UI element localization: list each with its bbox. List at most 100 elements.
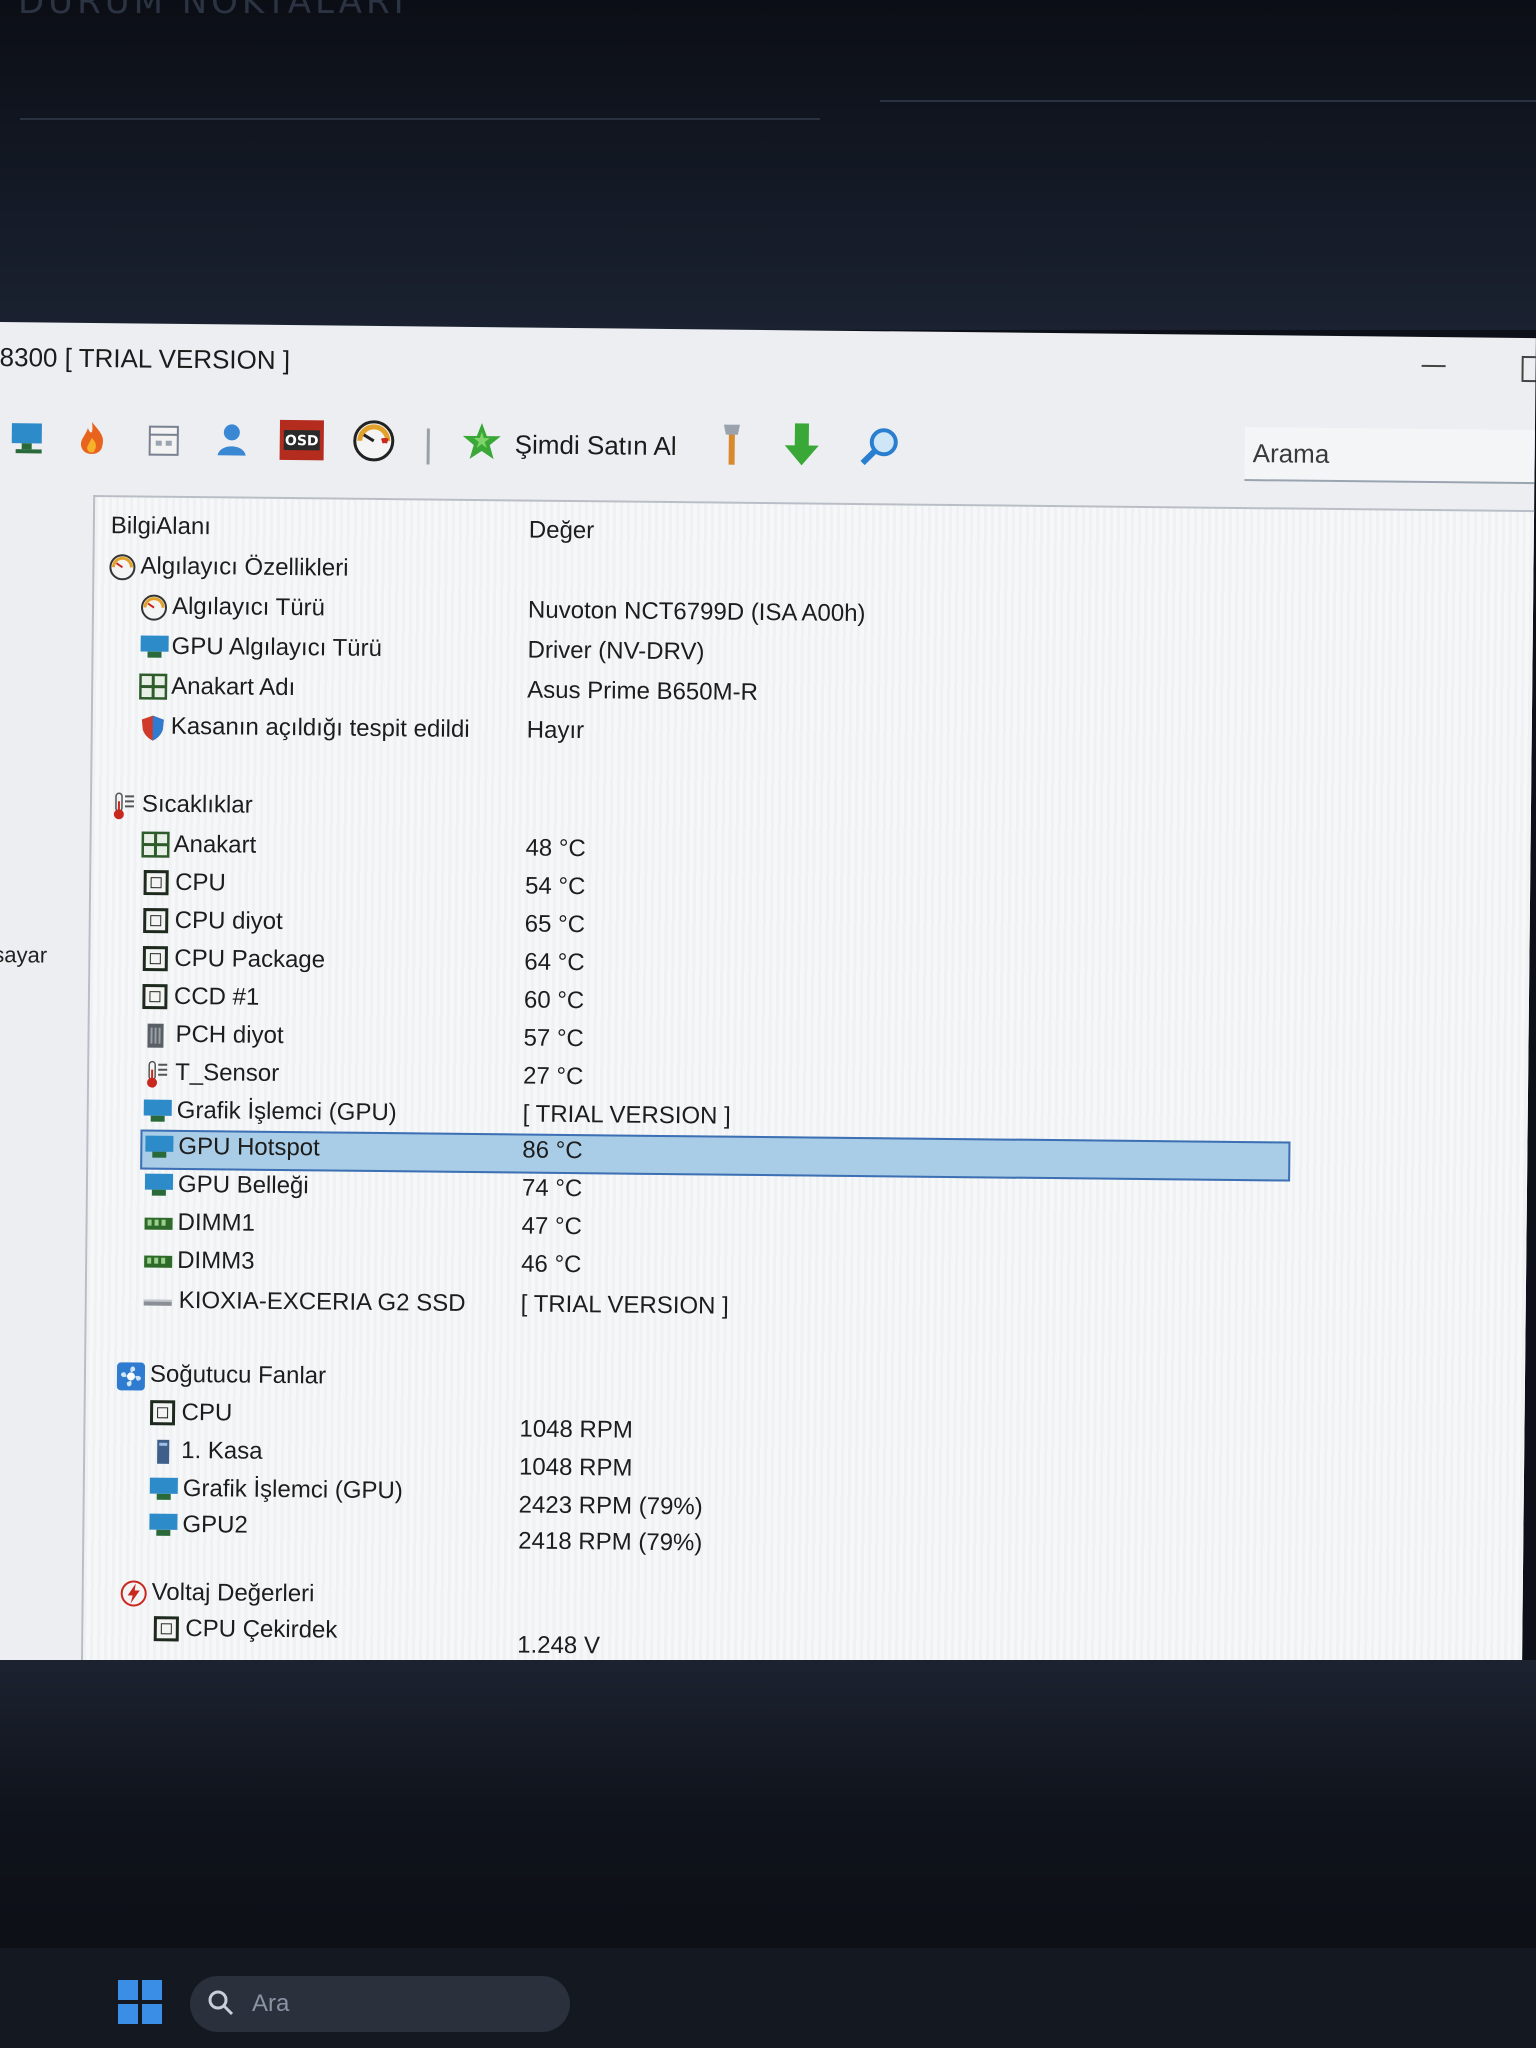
cpu-chip-icon	[142, 984, 170, 1010]
row-label: CPU Çekirdek	[185, 1615, 338, 1644]
ram-module-icon	[143, 1248, 173, 1274]
case-tower-icon	[151, 1438, 179, 1464]
row-value: 48 °C	[525, 834, 586, 863]
background-ghost-heading: DURUM NOKTALARI	[18, 0, 408, 22]
maximize-button[interactable]	[1521, 355, 1536, 383]
row-label: CPU	[181, 1398, 233, 1427]
section-title: Sıcaklıklar	[141, 790, 253, 819]
row-label: PCH diyot	[175, 1020, 284, 1050]
gpu-monitor-icon	[139, 633, 169, 659]
sensor-gauge-icon	[140, 593, 168, 621]
row-value: 60 °C	[523, 986, 585, 1015]
search-input[interactable]	[1244, 427, 1536, 483]
svg-text:OSD: OSD	[285, 433, 319, 449]
row-value: Nuvoton NCT6799D (ISA A00h)	[527, 596, 866, 628]
pch-chip-icon	[143, 1022, 171, 1048]
section-title: Soğutucu Fanlar	[149, 1360, 327, 1390]
row-label: Grafik İşlemci (GPU)	[176, 1096, 397, 1127]
row-value: Driver (NV-DRV)	[527, 636, 705, 666]
row-label: CPU	[175, 868, 226, 897]
toolbar: OSD Şimdi Satın Al	[0, 412, 1536, 498]
row-label: DIMM1	[177, 1208, 256, 1237]
row-value: 1.248 V	[517, 1631, 601, 1660]
motherboard-icon	[138, 672, 168, 701]
ssd-drive-icon	[143, 1288, 172, 1314]
taskbar-search[interactable]: Ara	[190, 1976, 570, 2032]
buy-now-button[interactable]: Şimdi Satın Al	[515, 429, 677, 462]
left-navigation-pane: sayar t	[0, 497, 93, 1683]
row-label: 1. Kasa	[181, 1436, 263, 1465]
column-header-value[interactable]: Değer	[529, 517, 595, 546]
row-label: GPU Algılayıcı Türü	[171, 632, 383, 663]
cpu-chip-icon	[143, 908, 171, 934]
row-value: [ TRIAL VERSION ]	[520, 1290, 729, 1320]
row-label: Kasanın açıldığı tespit edildi	[170, 712, 470, 743]
gpu-monitor-icon	[148, 1512, 178, 1538]
osd-icon[interactable]: OSD	[277, 415, 328, 466]
row-value: 74 °C	[521, 1174, 583, 1203]
cpu-chip-icon	[153, 1616, 181, 1642]
security-shield-icon	[139, 713, 167, 741]
cpu-chip-icon	[149, 1400, 177, 1426]
row-label: GPU2	[182, 1510, 248, 1539]
report-calendar-icon[interactable]	[139, 413, 190, 464]
background-divider	[880, 100, 1536, 102]
row-value: 46 °C	[521, 1250, 582, 1279]
row-value: 86 °C	[522, 1136, 583, 1165]
row-label: GPU Belleği	[177, 1170, 309, 1200]
gpu-monitor-icon	[144, 1172, 174, 1198]
background-divider	[20, 118, 820, 120]
row-value: [ TRIAL VERSION ]	[522, 1100, 731, 1130]
windows-logo-tile	[142, 1980, 162, 2000]
column-header-field[interactable]: BilgiAlanı	[111, 512, 211, 541]
search-box[interactable]	[1244, 427, 1536, 485]
windows-logo-tile	[142, 2004, 162, 2024]
user-icon[interactable]	[207, 414, 258, 465]
row-value: Hayır	[526, 716, 585, 745]
row-label: T_Sensor	[175, 1058, 280, 1087]
ram-module-icon	[143, 1210, 173, 1236]
start-button[interactable]	[118, 1980, 162, 2024]
motherboard-icon	[140, 831, 171, 859]
section-title: Voltaj Değerleri	[151, 1578, 315, 1608]
row-label: Anakart	[173, 830, 257, 859]
cpu-chip-icon	[142, 946, 170, 972]
row-value: 64 °C	[524, 948, 585, 977]
taskbar: Ara	[0, 1948, 1536, 2048]
title-bar: 8300 [ TRIAL VERSION ]	[0, 322, 1536, 406]
search-magnifier-icon[interactable]	[854, 421, 905, 472]
gpu-monitor-icon	[144, 1134, 174, 1160]
fan-icon	[116, 1361, 146, 1391]
row-label: KIOXIA-EXCERIA G2 SSD	[178, 1286, 466, 1317]
row-value: 54 °C	[524, 872, 586, 901]
toolbar-separator	[426, 428, 430, 465]
buy-now-star-icon[interactable]	[457, 417, 508, 468]
row-label: CPU Package	[174, 944, 326, 974]
windows-logo-tile	[118, 2004, 138, 2024]
row-value: Asus Prime B650M-R	[527, 676, 759, 706]
row-label: CPU diyot	[174, 906, 283, 935]
tools-wrench-icon[interactable]	[706, 419, 757, 470]
thermometer-icon	[143, 1060, 171, 1088]
cpu-chip-icon	[143, 870, 171, 896]
monitor-background: DURUM NOKTALARI	[0, 0, 1536, 330]
row-label: Grafik İşlemci (GPU)	[182, 1474, 403, 1505]
windows-logo-tile	[118, 1980, 138, 2000]
sensor-window: 8300 [ TRIAL VERSION ] OSD Şimdi Satın A…	[0, 322, 1536, 1684]
row-value: 47 °C	[521, 1212, 582, 1241]
row-value: 27 °C	[522, 1062, 584, 1091]
section-title: Algılayıcı Özellikleri	[140, 552, 349, 582]
row-value: 2418 RPM (79%)	[518, 1527, 703, 1557]
minimize-button[interactable]	[1421, 364, 1446, 368]
gauge-icon[interactable]	[349, 416, 400, 467]
gpu-monitor-icon	[143, 1098, 172, 1124]
row-value: 57 °C	[523, 1024, 584, 1053]
nav-item-fragment[interactable]: sayar	[0, 942, 47, 969]
row-label: DIMM3	[177, 1246, 255, 1275]
download-arrow-icon[interactable]	[776, 420, 827, 471]
thermometer-icon	[110, 791, 138, 820]
computer-icon[interactable]	[3, 412, 54, 463]
stress-test-flame-icon[interactable]	[67, 413, 118, 464]
row-value: 65 °C	[524, 910, 586, 939]
row-label: Anakart Adı	[171, 672, 296, 702]
